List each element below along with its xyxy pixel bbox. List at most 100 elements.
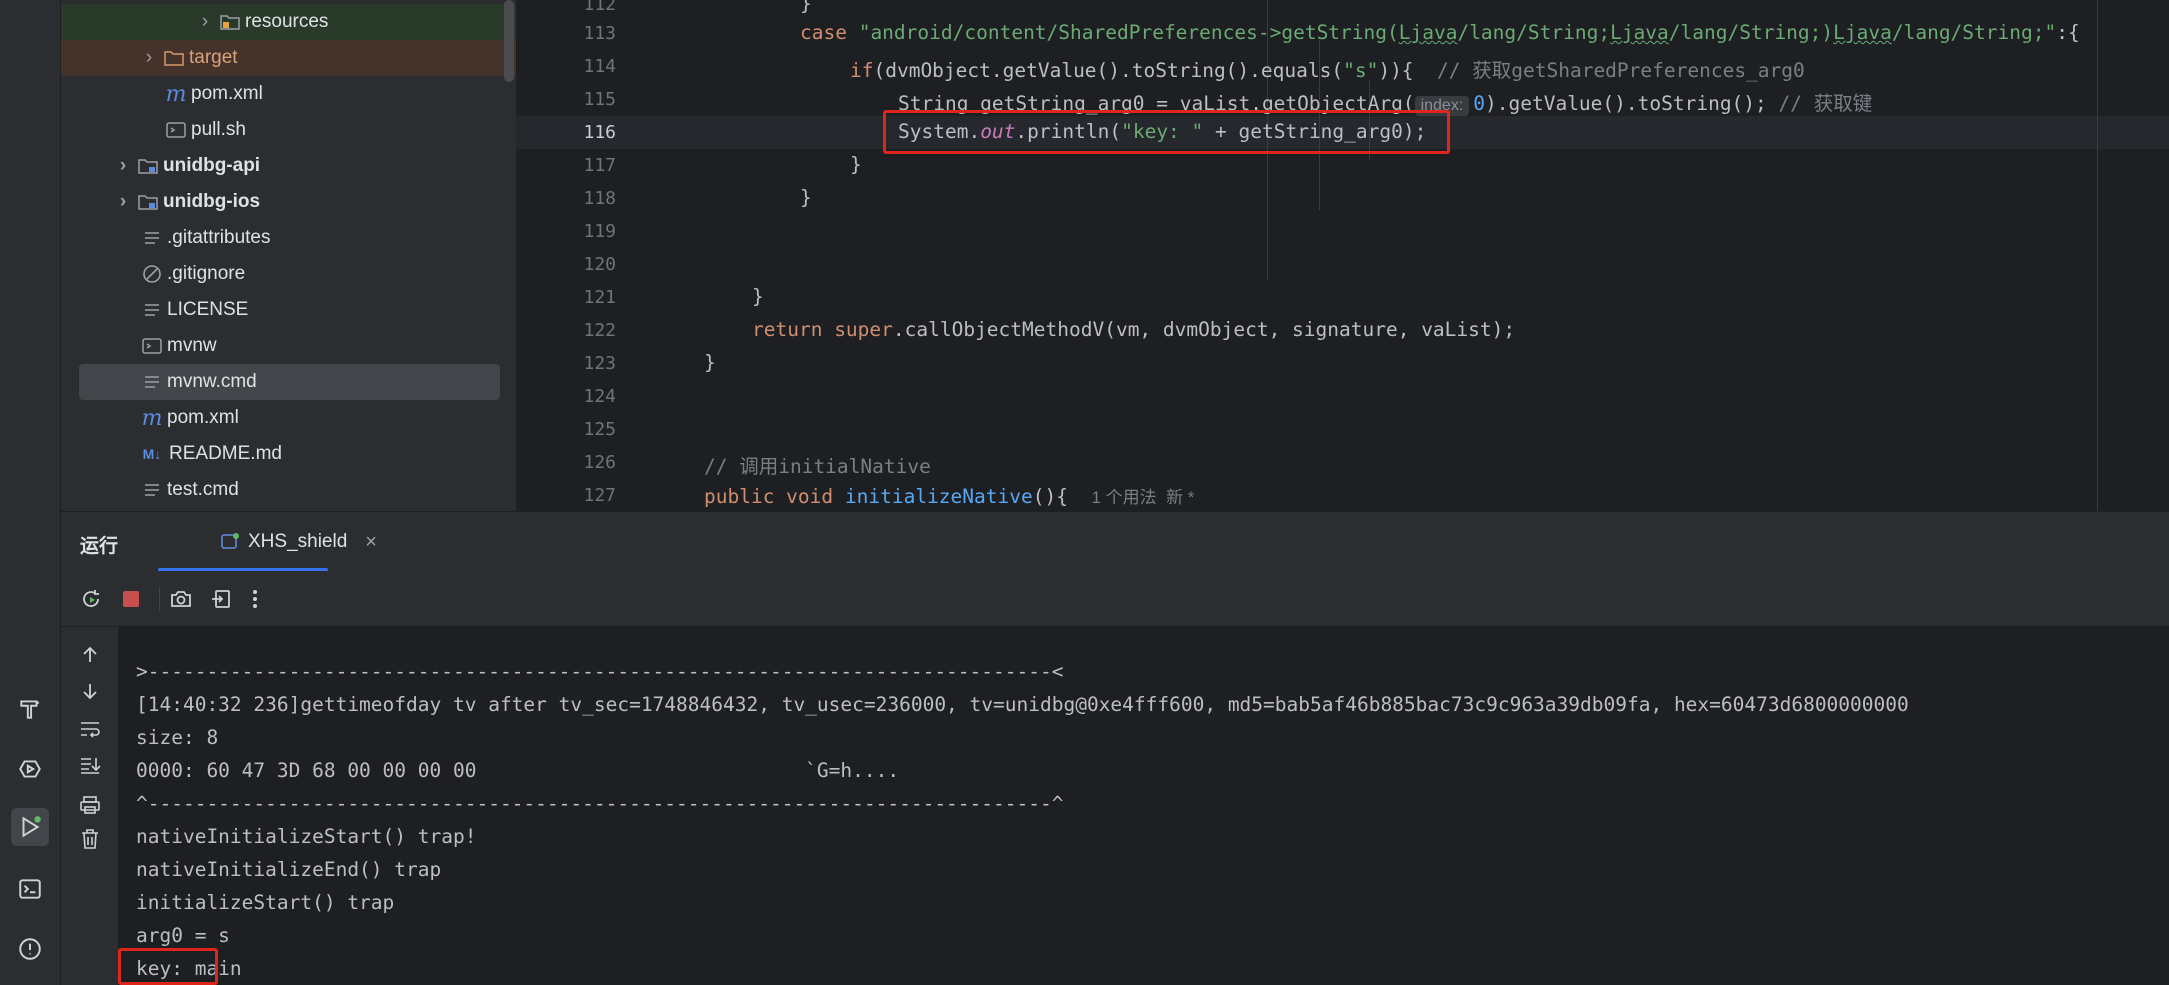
code-line-127: public void initializeNative(){ 1 个用法 新 … [704, 485, 1195, 508]
shell-file-icon [165, 119, 187, 141]
scroll-to-end-icon[interactable] [77, 752, 103, 778]
services-icon[interactable] [11, 750, 49, 788]
tree-item-gitignore[interactable]: .gitignore [61, 256, 516, 292]
right-margin-guide [2097, 0, 2098, 511]
module-folder-icon [137, 155, 159, 177]
line-number: 117 [583, 155, 616, 176]
run-panel-header: 运行 XHS_shield × [61, 511, 2169, 572]
code-editor[interactable]: 112 113 114 115 116 117 118 119 120 121 … [516, 0, 2169, 511]
resources-folder-icon [219, 11, 241, 33]
console-line: nativeInitializeStart() trap! [136, 825, 477, 848]
highlight-box-println [883, 110, 1450, 154]
maven-icon: m [165, 81, 187, 107]
arrow-up-icon[interactable] [77, 642, 103, 668]
chevron-right-icon[interactable]: › [115, 191, 131, 212]
maven-icon: m [141, 405, 163, 431]
console-line: initializeStart() trap [136, 891, 395, 914]
console-line: 0000: 60 47 3D 68 00 00 00 00 `G=h.... [136, 759, 900, 782]
line-number: 124 [583, 386, 616, 407]
tree-item-gitattributes[interactable]: .gitattributes [61, 220, 516, 256]
code-line-114: if(dvmObject.getValue().toString().equal… [850, 59, 1805, 82]
chevron-right-icon[interactable]: › [197, 11, 213, 32]
trash-icon[interactable] [77, 826, 103, 852]
tree-item-pom-xml-root[interactable]: m pom.xml [61, 400, 516, 436]
folder-icon [163, 47, 185, 69]
line-number: 125 [583, 419, 616, 440]
terminal-icon[interactable] [11, 870, 49, 908]
problems-icon[interactable] [11, 930, 49, 968]
highlight-box-key-output [118, 948, 218, 985]
ignore-file-icon [141, 263, 163, 285]
tree-item-resources[interactable]: › resources [61, 4, 516, 40]
tree-item-mvnw[interactable]: mvnw [61, 328, 516, 364]
close-icon[interactable]: × [365, 531, 377, 554]
text-file-icon [141, 227, 163, 249]
line-number-current: 116 [583, 122, 616, 143]
tab-label: XHS_shield [248, 531, 348, 552]
console-line: [14:40:32 236]gettimeofday tv after tv_s… [136, 693, 1909, 716]
print-icon[interactable] [77, 792, 103, 818]
console-line: size: 8 [136, 726, 219, 749]
code-line-122: return super.callObjectMethodV(vm, dvmOb… [752, 318, 1516, 341]
exit-icon[interactable] [207, 585, 235, 613]
tree-item-test-cmd[interactable]: test.cmd [61, 472, 516, 508]
tab-xhs-shield[interactable]: XHS_shield × [158, 512, 377, 572]
camera-icon[interactable] [167, 585, 195, 613]
console-line: ^---------------------------------------… [136, 792, 1064, 815]
shell-file-icon [141, 335, 163, 357]
console-line: arg0 = s [136, 924, 230, 947]
run-panel-title: 运行 [80, 536, 119, 557]
line-number: 122 [583, 320, 616, 341]
tree-scrollbar[interactable] [504, 0, 514, 82]
tree-item-unidbg-ios[interactable]: › unidbg-ios [61, 184, 516, 220]
line-number: 115 [583, 89, 616, 110]
code-line-118: } [800, 186, 812, 209]
line-number: 120 [583, 254, 616, 275]
activity-bar [0, 0, 61, 985]
line-number: 112 [583, 0, 616, 15]
console-output[interactable]: >---------------------------------------… [118, 627, 2169, 985]
module-folder-icon [137, 191, 159, 213]
arrow-down-icon[interactable] [77, 678, 103, 704]
chevron-right-icon[interactable]: › [115, 155, 131, 176]
code-line-121: } [752, 285, 764, 308]
line-number: 121 [583, 287, 616, 308]
chevron-right-icon[interactable]: › [141, 47, 157, 68]
stop-icon[interactable] [117, 585, 145, 613]
project-tree: › resources › target m pom.xml pull.sh ›… [61, 0, 516, 511]
line-number: 127 [583, 485, 616, 506]
tree-item-target[interactable]: › target [61, 40, 516, 76]
tree-item-unidbg-api[interactable]: › unidbg-api [61, 148, 516, 184]
console-line: >---------------------------------------… [136, 660, 1064, 683]
run-icon[interactable] [11, 808, 49, 846]
tree-item-license[interactable]: LICENSE [61, 292, 516, 328]
tree-item-pull-sh[interactable]: pull.sh [61, 112, 516, 148]
code-line-126: // 调用initialNative [704, 455, 931, 478]
line-number: 123 [583, 353, 616, 374]
line-number: 114 [583, 56, 616, 77]
text-file-icon [141, 371, 163, 393]
build-icon[interactable] [11, 690, 49, 728]
run-toolbar [61, 571, 2169, 627]
console-line: nativeInitializeEnd() trap [136, 858, 442, 881]
text-file-icon [141, 299, 163, 321]
code-line-112: } [800, 0, 812, 15]
toolbar-divider [159, 587, 160, 611]
soft-wrap-icon[interactable] [77, 716, 103, 742]
markdown-icon: M↓ [142, 446, 162, 462]
line-number: 118 [583, 188, 616, 209]
line-number: 113 [583, 23, 616, 44]
more-options-icon[interactable] [241, 585, 269, 613]
code-line-123: } [704, 351, 716, 374]
tree-item-mvnw-cmd[interactable]: mvnw.cmd [79, 364, 500, 400]
tree-item-pom-xml[interactable]: m pom.xml [61, 76, 516, 112]
run-config-icon [220, 532, 240, 552]
code-line-117: } [850, 153, 862, 176]
tree-item-readme[interactable]: M↓ README.md [61, 436, 516, 472]
rerun-icon[interactable] [77, 585, 105, 613]
code-line-113: case "android/content/SharedPreferences-… [800, 21, 2080, 44]
text-file-icon [141, 479, 163, 501]
line-number: 119 [583, 221, 616, 242]
console-side-toolbar [61, 627, 118, 985]
line-number: 126 [583, 452, 616, 473]
